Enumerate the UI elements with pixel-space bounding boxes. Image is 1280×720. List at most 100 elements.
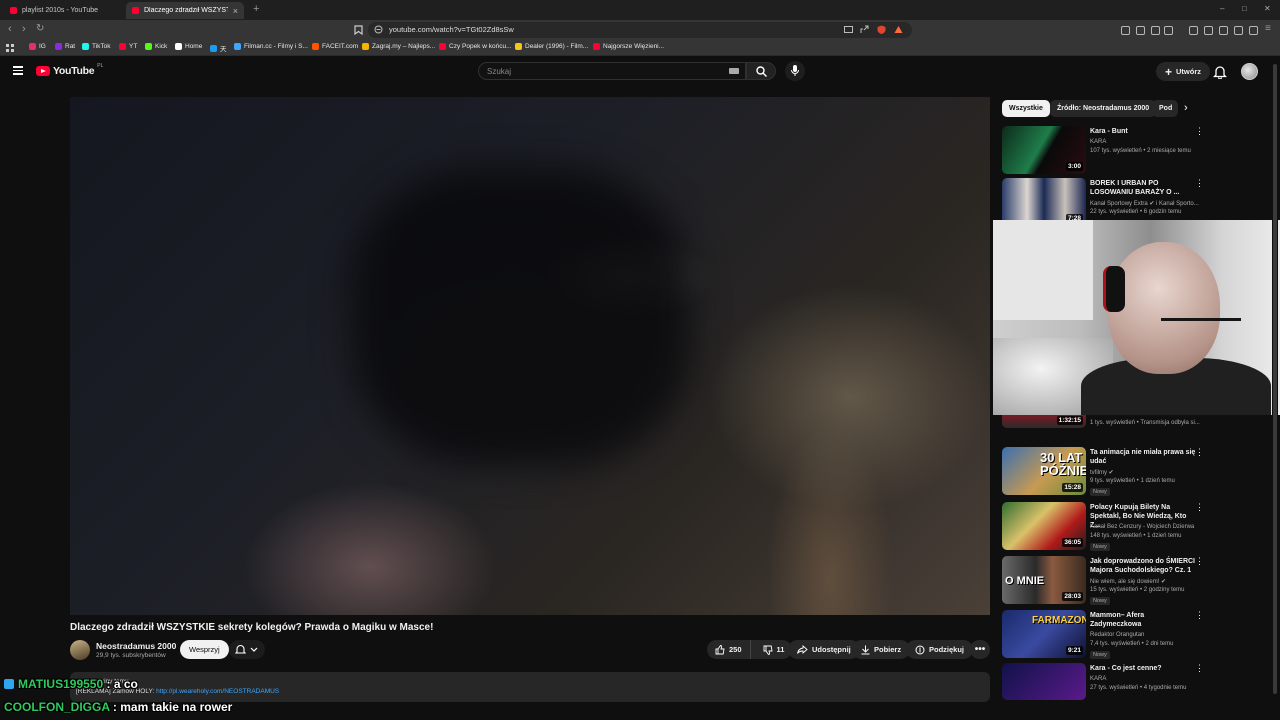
shield-icon[interactable] [877, 25, 886, 34]
thumbnail[interactable]: O MNIE 28:03 [1002, 556, 1086, 604]
scroll-thumb[interactable] [1273, 64, 1277, 694]
bookmark-yt[interactable]: YT [119, 43, 137, 50]
video-title[interactable]: Kara - Co jest cenne? [1090, 664, 1196, 673]
site-info-icon[interactable] [374, 25, 383, 34]
bookmark-dealer[interactable]: Dealer (1996) - Film... [515, 43, 588, 50]
notifications-bell-icon[interactable] [1213, 65, 1227, 79]
tab-playlist[interactable]: playlist 2010s - YouTube [4, 2, 122, 19]
search-input[interactable] [487, 65, 717, 77]
search-button[interactable] [746, 62, 776, 80]
recommendation-item[interactable]: 30 LAT PÓŹNIEJ 15:28 Ta animacja nie mia… [1002, 447, 1204, 497]
back-icon[interactable]: ‹ [8, 23, 12, 35]
url-bar[interactable]: youtube.com/watch?v=TGt02Zd8sSw [368, 22, 912, 38]
extension-icon[interactable] [1164, 26, 1173, 35]
recommendation-item[interactable]: 3:00 Kara - Bunt KARA 107 tys. wyświetle… [1002, 126, 1204, 176]
more-vert-icon[interactable]: ⋮ [1195, 179, 1204, 188]
thumbnail[interactable] [1002, 663, 1086, 700]
download-button[interactable]: Pobierz [852, 640, 911, 659]
channel-name[interactable]: Nie wiem, ale się dowiem! ✔ [1090, 578, 1166, 585]
recommendation-item[interactable]: Kara - Co jest cenne? KARA 27 tys. wyświ… [1002, 663, 1204, 713]
video-title[interactable]: Mammon– Afera Zadymeczkowa [1090, 611, 1196, 629]
more-vert-icon[interactable]: ⋮ [1195, 557, 1204, 566]
media-icon[interactable] [1189, 26, 1198, 35]
sidebar-icon[interactable] [1204, 26, 1213, 35]
bookmark-icon[interactable] [354, 25, 363, 35]
more-vert-icon[interactable]: ⋮ [1195, 503, 1204, 512]
bookmark-zagraj[interactable]: Zagraj.my – Najleps... [362, 43, 435, 50]
thumbnail[interactable]: 7:28 [1002, 178, 1086, 226]
rewards-icon[interactable] [894, 25, 903, 34]
vpn-icon[interactable] [1249, 26, 1258, 35]
thanks-button[interactable]: Podziękuj [906, 640, 974, 659]
account-avatar[interactable] [1241, 63, 1258, 80]
reload-icon[interactable]: ↻ [36, 23, 44, 34]
video-title[interactable]: BOREK I URBAN PO LOSOWANIU BARAŻY O ... [1090, 179, 1196, 197]
bookmark-faceit[interactable]: FACEIT.com [312, 43, 358, 50]
video-title[interactable]: Jak doprowadzono do ŚMIERCI Majora Sucho… [1090, 557, 1196, 575]
video-player[interactable] [70, 97, 990, 615]
more-vert-icon[interactable]: ⋮ [1195, 127, 1204, 136]
apps-grid-icon[interactable] [6, 44, 14, 52]
cast-icon[interactable] [844, 25, 853, 34]
extension-icon[interactable] [1136, 26, 1145, 35]
bookmark-ig[interactable]: IG [29, 43, 46, 50]
chip-all[interactable]: Wszystkie [1002, 100, 1050, 117]
more-vert-icon[interactable]: ⋮ [1195, 611, 1204, 620]
forward-icon[interactable]: › [22, 23, 26, 35]
close-window-icon[interactable]: ✕ [1264, 4, 1271, 13]
video-title[interactable]: Ta animacja nie miała prawa się udać [1090, 448, 1196, 466]
page-scrollbar[interactable] [1272, 60, 1278, 700]
bookmark-filman[interactable]: Filman.cc - Filmy i S... [234, 43, 308, 50]
maximize-icon[interactable]: □ [1242, 4, 1247, 13]
extension-icon[interactable] [1151, 26, 1160, 35]
create-button[interactable]: + Utwórz [1156, 62, 1211, 81]
youtube-logo[interactable]: YouTube PL [36, 63, 103, 77]
channel-name[interactable]: Redaktor Orangutan [1090, 632, 1144, 638]
bookmark-wiezienia[interactable]: Najgorsze Więzieni... [593, 43, 664, 50]
dislike-button[interactable]: 11 [755, 640, 793, 659]
tab-current-video[interactable]: Dlaczego zdradził WSZYSTKIE se × [126, 2, 244, 19]
thumbnail[interactable]: FARMAZON? 9:21 [1002, 610, 1086, 658]
browser-menu-icon[interactable]: ≡ [1265, 23, 1271, 34]
recommendation-item[interactable]: O MNIE 28:03 Jak doprowadzono do ŚMIERCI… [1002, 556, 1204, 606]
video-title[interactable]: Kara - Bunt [1090, 127, 1196, 136]
recommendation-item[interactable]: 36:05 Polacy Kupują Bilety Na Spektakl, … [1002, 502, 1204, 552]
minimize-icon[interactable]: – [1220, 4, 1224, 13]
channel-name[interactable]: KARA [1090, 139, 1106, 145]
bookmark-kick[interactable]: Kick [145, 43, 167, 50]
more-vert-icon[interactable]: ⋮ [1195, 448, 1204, 457]
channel-name[interactable]: tvfilmy ✔ [1090, 469, 1114, 476]
share-icon[interactable] [860, 25, 869, 34]
bookmark-sky[interactable]: 天 [210, 43, 227, 53]
notification-settings-button[interactable] [229, 640, 265, 659]
share-button[interactable]: Udostępnij [788, 640, 860, 659]
voice-search-button[interactable] [785, 61, 805, 81]
thumbnail[interactable]: 30 LAT PÓŹNIEJ 15:28 [1002, 447, 1086, 495]
thumbnail[interactable]: 36:05 [1002, 502, 1086, 550]
bookmark-home[interactable]: Home [175, 43, 202, 50]
chip-source[interactable]: Źródło: Neostradamus 2000 [1050, 100, 1157, 117]
keyboard-icon[interactable] [729, 68, 739, 74]
like-button[interactable]: 250 [707, 640, 751, 659]
support-button[interactable]: Wesprzyj [180, 640, 229, 659]
bookmark-rat[interactable]: Rat [55, 43, 75, 50]
thumbnail[interactable]: 3:00 [1002, 126, 1086, 174]
bookmark-popek[interactable]: Czy Popek w końcu... [439, 43, 512, 50]
chevron-right-icon[interactable]: › [1184, 102, 1188, 114]
more-actions-button[interactable]: ••• [970, 640, 990, 659]
new-tab-button[interactable]: + [253, 3, 259, 15]
recommendation-item[interactable]: FARMAZON? 9:21 Mammon– Afera Zadymeczkow… [1002, 610, 1204, 660]
channel-name[interactable]: Kanał Bez Cenzury - Wojciech Dzierwa [1090, 524, 1194, 530]
wallet-icon[interactable] [1219, 26, 1228, 35]
chip-related[interactable]: Pod [1152, 100, 1178, 117]
ai-icon[interactable] [1234, 26, 1243, 35]
hamburger-menu-icon[interactable] [13, 66, 23, 75]
close-tab-icon[interactable]: × [233, 6, 238, 16]
extension-icon[interactable] [1121, 26, 1130, 35]
more-vert-icon[interactable]: ⋮ [1195, 664, 1204, 673]
channel-avatar[interactable] [70, 640, 90, 660]
bookmark-tiktok[interactable]: TikTok [82, 43, 111, 50]
channel-name[interactable]: KARA [1090, 676, 1106, 682]
channel-name[interactable]: Neostradamus 2000 [96, 641, 176, 651]
channel-name[interactable]: Kanał Sportowy Extra ✔ i Kanał Sporto... [1090, 200, 1199, 207]
